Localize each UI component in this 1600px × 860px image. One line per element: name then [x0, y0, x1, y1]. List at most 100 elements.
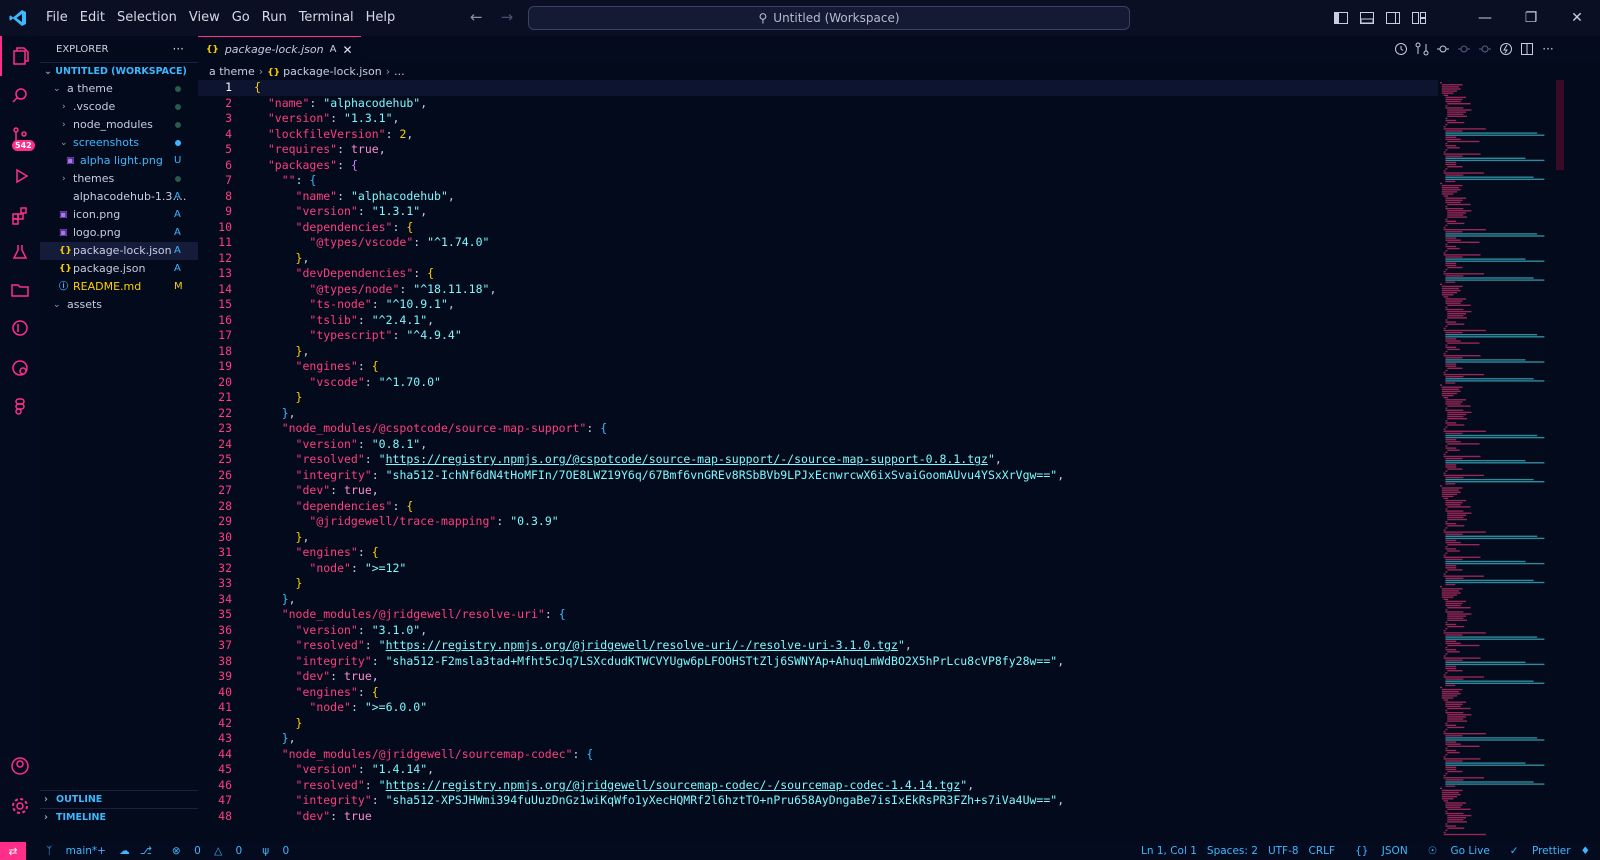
breadcrumb-file[interactable]: package-lock.json [283, 65, 382, 78]
code-line[interactable]: 15 "ts-node": "^10.9.1", [198, 297, 1438, 313]
code-line[interactable]: 43 }, [198, 731, 1438, 747]
explorer-more-icon[interactable]: ··· [173, 42, 184, 56]
code-line[interactable]: 23 "node_modules/@cspotcode/source-map-s… [198, 421, 1438, 437]
code-line[interactable]: 8 "name": "alphacodehub", [198, 189, 1438, 205]
code-line[interactable]: 33 } [198, 576, 1438, 592]
compare-changes-icon[interactable] [1414, 40, 1430, 58]
timeline-history-icon[interactable] [1393, 40, 1409, 58]
code-line[interactable]: 2 "name": "alphacodehub", [198, 96, 1438, 112]
timeline-section[interactable]: › TIMELINE [40, 808, 198, 826]
go-live-button[interactable]: ☉ Go Live [1418, 845, 1490, 857]
testing-flask-icon[interactable] [0, 232, 40, 272]
toggle-secondary-sidebar-icon[interactable] [1380, 0, 1406, 36]
code-line[interactable]: 40 "engines": { [198, 685, 1438, 701]
remote-indicator-icon[interactable]: ⇄ [0, 842, 26, 860]
code-line[interactable]: 36 "version": "3.1.0", [198, 623, 1438, 639]
remote-explorer-icon[interactable] [0, 348, 40, 388]
run-debug-icon[interactable] [0, 156, 40, 196]
settings-gear-icon[interactable] [0, 786, 40, 826]
tree-folder-a-theme[interactable]: ⌄ a theme [40, 80, 198, 98]
code-line[interactable]: 10 "dependencies": { [198, 220, 1438, 236]
search-view-icon[interactable] [0, 76, 40, 116]
code-line[interactable]: 21 } [198, 390, 1438, 406]
code-line[interactable]: 41 "node": ">=6.0.0" [198, 700, 1438, 716]
breadcrumb-folder[interactable]: a theme [209, 65, 255, 78]
code-line[interactable]: 46 "resolved": "https://registry.npmjs.o… [198, 778, 1438, 794]
close-tab-icon[interactable]: ✕ [342, 43, 352, 57]
git-graph-icon[interactable] [0, 308, 40, 348]
go-live-toggle-icon[interactable] [1498, 40, 1514, 58]
code-line[interactable]: 20 "vscode": "^1.70.0" [198, 375, 1438, 391]
code-line[interactable]: 14 "@types/node": "^18.11.18", [198, 282, 1438, 298]
forward-arrow-icon[interactable]: → [501, 8, 514, 26]
accounts-icon[interactable] [0, 746, 40, 786]
code-line[interactable]: 5 "requires": true, [198, 142, 1438, 158]
workspace-header[interactable]: ⌄ UNTITLED (WORKSPACE) [40, 62, 198, 80]
menu-selection[interactable]: Selection [111, 0, 183, 36]
restore-icon[interactable]: ❐ [1508, 0, 1554, 36]
split-editor-icon[interactable] [1519, 40, 1535, 58]
figma-icon[interactable] [0, 386, 40, 426]
code-line[interactable]: 30 }, [198, 530, 1438, 546]
tree-folder-screenshots[interactable]: ⌄ screenshots [40, 134, 198, 152]
code-line[interactable]: 18 }, [198, 344, 1438, 360]
code-line[interactable]: 39 "dev": true, [198, 669, 1438, 685]
code-line[interactable]: 26 "integrity": "sha512-IchNf6dN4tHoMFIn… [198, 468, 1438, 484]
code-line[interactable]: 13 "devDependencies": { [198, 266, 1438, 282]
line-endings[interactable]: CRLF [1309, 845, 1336, 857]
extensions-icon[interactable] [0, 196, 40, 236]
code-line[interactable]: 24 "version": "0.8.1", [198, 437, 1438, 453]
prettier-button[interactable]: ✓ Prettier [1500, 845, 1571, 857]
command-center[interactable]: ⚲ Untitled (Workspace) [528, 6, 1130, 30]
code-line[interactable]: 12 }, [198, 251, 1438, 267]
tree-file-alpha-light[interactable]: ▣ alpha light.png U [40, 152, 198, 170]
menu-edit[interactable]: Edit [74, 0, 111, 36]
back-arrow-icon[interactable]: ← [470, 8, 483, 26]
code-line[interactable]: 35 "node_modules/@jridgewell/resolve-uri… [198, 607, 1438, 623]
previous-change-icon[interactable] [1456, 40, 1472, 58]
code-line[interactable]: 3 "version": "1.3.1", [198, 111, 1438, 127]
toggle-primary-sidebar-icon[interactable] [1328, 0, 1354, 36]
code-line[interactable]: 1{ [198, 80, 1438, 96]
notifications-bell-icon[interactable]: ♦ [1581, 845, 1590, 857]
toggle-panel-icon[interactable] [1354, 0, 1380, 36]
explorer-icon[interactable] [0, 36, 40, 76]
menu-terminal[interactable]: Terminal [293, 0, 360, 36]
tree-file-readme[interactable]: ⓘ README.md M [40, 278, 198, 296]
tree-file-vsix[interactable]: alphacodehub-1.3.... A [40, 188, 198, 206]
code-line[interactable]: 7 "": { [198, 173, 1438, 189]
tree-folder-node-modules[interactable]: › node_modules [40, 116, 198, 134]
tree-file-package-json[interactable]: {} package.json A [40, 260, 198, 278]
code-line[interactable]: 22 }, [198, 406, 1438, 422]
code-line[interactable]: 25 "resolved": "https://registry.npmjs.o… [198, 452, 1438, 468]
folder-icon[interactable] [0, 270, 40, 310]
code-line[interactable]: 16 "tslib": "^2.4.1", [198, 313, 1438, 329]
code-line[interactable]: 6 "packages": { [198, 158, 1438, 174]
git-graph-status-icon[interactable]: ⎇ [140, 845, 152, 857]
breadcrumb-more[interactable]: ... [394, 65, 405, 78]
language-mode[interactable]: {} JSON [1345, 845, 1408, 857]
code-line[interactable]: 34 }, [198, 592, 1438, 608]
code-line[interactable]: 48 "dev": true [198, 809, 1438, 825]
code-line[interactable]: 27 "dev": true, [198, 483, 1438, 499]
code-line[interactable]: 32 "node": ">=12" [198, 561, 1438, 577]
more-actions-icon[interactable]: ··· [1540, 40, 1556, 58]
problems-indicator[interactable]: ⊗ 0 △ 0 [162, 845, 242, 857]
next-change-icon[interactable] [1477, 40, 1493, 58]
code-line[interactable]: 17 "typescript": "^4.9.4" [198, 328, 1438, 344]
code-line[interactable]: 37 "resolved": "https://registry.npmjs.o… [198, 638, 1438, 654]
code-line[interactable]: 4 "lockfileVersion": 2, [198, 127, 1438, 143]
code-line[interactable]: 11 "@types/vscode": "^1.74.0" [198, 235, 1438, 251]
menu-file[interactable]: File [40, 0, 74, 36]
minimap[interactable] [1438, 80, 1556, 840]
menu-view[interactable]: View [183, 0, 226, 36]
tree-folder-vscode[interactable]: › .vscode [40, 98, 198, 116]
branch-indicator[interactable]: ᛉ main*+ ☁ [36, 845, 130, 857]
menu-run[interactable]: Run [256, 0, 293, 36]
encoding[interactable]: UTF-8 [1268, 845, 1299, 857]
tree-folder-themes[interactable]: › themes [40, 170, 198, 188]
open-changes-icon[interactable] [1435, 40, 1451, 58]
code-line[interactable]: 29 "@jridgewell/trace-mapping": "0.3.9" [198, 514, 1438, 530]
menu-go[interactable]: Go [226, 0, 256, 36]
outline-section[interactable]: › OUTLINE [40, 790, 198, 808]
